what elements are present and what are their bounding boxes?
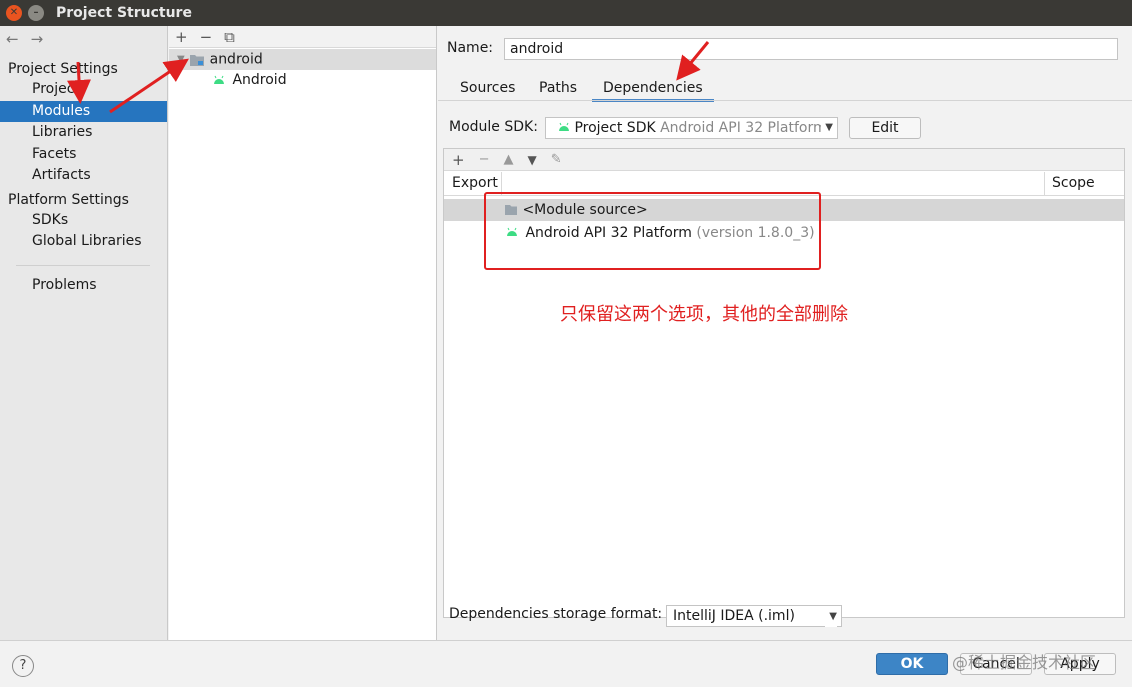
sidebar-divider: [16, 265, 150, 266]
move-down-icon[interactable]: ▼: [527, 153, 536, 167]
name-label: Name:: [447, 40, 494, 56]
column-scope[interactable]: Scope: [1052, 175, 1095, 191]
platform-settings-header: Platform Settings: [8, 192, 129, 208]
expand-chevron-icon[interactable]: ▼: [177, 49, 185, 70]
forward-arrow-icon[interactable]: →: [31, 30, 44, 48]
android-icon: [214, 75, 224, 84]
tree-item-android-module[interactable]: ▼ android: [169, 49, 436, 70]
tree-module-label: android: [209, 51, 263, 68]
copy-icon[interactable]: ⧉: [224, 28, 235, 46]
android-icon: [559, 122, 569, 131]
module-folder-icon: [190, 54, 205, 66]
watermark: @稀土掘金技术社区: [952, 653, 1097, 672]
ok-button[interactable]: OK: [876, 653, 948, 675]
tree-facet-label: Android: [232, 72, 287, 88]
annotation-note: 只保留这两个选项，其他的全部删除: [560, 304, 848, 325]
dialog-footer: ? OK Cancel Apply @稀土掘金技术社区: [0, 640, 1132, 687]
sidebar-item-libraries[interactable]: Libraries: [0, 122, 167, 143]
add-icon[interactable]: +: [175, 28, 188, 46]
tabs-divider: [438, 100, 1132, 101]
sdk-value: Project SDK: [574, 120, 656, 136]
column-export[interactable]: Export: [452, 175, 498, 191]
sidebar-item-sdks[interactable]: SDKs: [0, 210, 167, 231]
tab-sources[interactable]: Sources: [460, 80, 515, 102]
sidebar-item-artifacts[interactable]: Artifacts: [0, 165, 167, 186]
sidebar-item-modules[interactable]: Modules: [0, 101, 167, 122]
column-divider: [1044, 172, 1045, 196]
annotation-highlight-box: [484, 192, 821, 270]
sidebar-item-problems[interactable]: Problems: [0, 275, 167, 296]
close-window-button[interactable]: ✕: [6, 5, 22, 21]
dependencies-toolbar: + − ▲ ▼ ✎: [444, 149, 1124, 171]
edit-dependency-icon[interactable]: ✎: [551, 152, 562, 167]
module-sdk-label: Module SDK:: [449, 119, 538, 135]
nav-arrows: ← →: [6, 30, 55, 48]
remove-icon[interactable]: −: [200, 28, 213, 46]
chevron-down-icon: ▼: [821, 118, 833, 138]
module-tree-toolbar: + − ⧉: [169, 26, 436, 48]
module-tree-panel: + − ⧉ ▼ android Android: [169, 26, 437, 640]
tree-item-android-facet[interactable]: Android: [169, 70, 436, 91]
help-button[interactable]: ?: [12, 655, 34, 677]
storage-format-label: Dependencies storage format:: [449, 606, 663, 622]
title-bar: ✕ – Project Structure: [0, 0, 1132, 26]
remove-dependency-icon[interactable]: −: [479, 152, 490, 167]
project-settings-header: Project Settings: [8, 61, 118, 77]
sidebar-item-facets[interactable]: Facets: [0, 144, 167, 165]
chevron-down-icon: ▼: [825, 607, 837, 627]
sidebar-item-global-libraries[interactable]: Global Libraries: [0, 231, 167, 252]
storage-format-select[interactable]: IntelliJ IDEA (.iml) ▼: [666, 605, 842, 627]
settings-sidebar: ← → Project Settings Project Modules Libr…: [0, 26, 168, 640]
module-details-panel: Name: android Sources Paths Dependencies…: [438, 26, 1132, 640]
add-dependency-icon[interactable]: +: [452, 151, 465, 169]
module-sdk-select[interactable]: Project SDK Android API 32 Platform ▼: [545, 117, 838, 139]
window-title: Project Structure: [56, 5, 192, 21]
edit-sdk-button[interactable]: Edit: [849, 117, 921, 139]
tab-paths[interactable]: Paths: [539, 80, 577, 102]
module-name-input[interactable]: android: [504, 38, 1118, 60]
minimize-window-button[interactable]: –: [28, 5, 44, 21]
move-up-icon[interactable]: ▲: [503, 152, 513, 167]
tab-dependencies[interactable]: Dependencies: [592, 80, 714, 102]
sdk-value-detail: Android API 32 Platform: [660, 120, 827, 136]
storage-format-value: IntelliJ IDEA (.iml): [673, 608, 795, 624]
back-arrow-icon[interactable]: ←: [6, 30, 19, 48]
sidebar-item-project[interactable]: Project: [0, 79, 167, 100]
